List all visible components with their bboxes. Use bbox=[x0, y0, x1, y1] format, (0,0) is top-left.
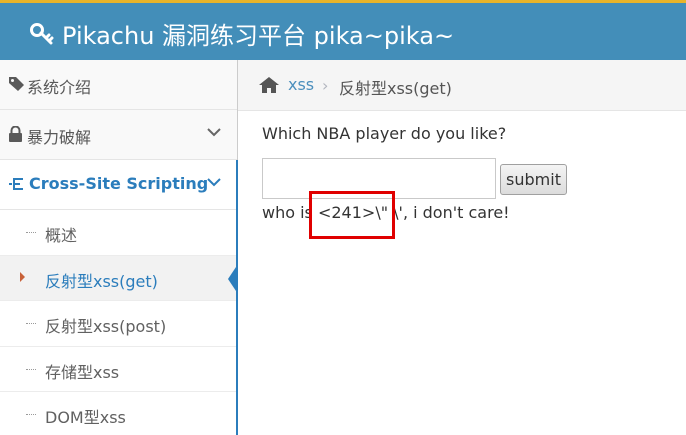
sidebar-item-bruteforce[interactable]: 暴力破解 bbox=[0, 110, 237, 160]
breadcrumb: xss › 反射型xss(get) bbox=[238, 60, 686, 111]
sidebar: 系统介绍 暴力破解 Cross-Site Scripting 概述 反射型xss… bbox=[0, 60, 238, 435]
submenu-item-label: 反射型xss(post) bbox=[45, 317, 167, 336]
main-content: Which NBA player do you like? submit who… bbox=[238, 111, 686, 435]
sidebar-item-intro[interactable]: 系统介绍 bbox=[0, 60, 237, 110]
question-label: Which NBA player do you like? bbox=[262, 124, 507, 143]
tags-icon bbox=[9, 77, 24, 91]
xss-submenu: 概述 反射型xss(get) 反射型xss(post) 存储型xss DOM型x… bbox=[0, 210, 238, 435]
annotation-highlight-box bbox=[309, 191, 395, 239]
chevron-down-icon bbox=[207, 178, 221, 187]
chevron-down-icon bbox=[207, 128, 221, 137]
key-icon bbox=[30, 22, 54, 44]
submenu-item-stored[interactable]: 存储型xss bbox=[0, 347, 237, 392]
breadcrumb-separator: › bbox=[322, 76, 329, 95]
lock-icon bbox=[9, 126, 22, 142]
submenu-item-label: 反射型xss(get) bbox=[45, 271, 158, 291]
submenu-item-label: 存储型xss bbox=[45, 362, 120, 382]
brand-title: Pikachu 漏洞练习平台 pika~pika~ bbox=[62, 22, 455, 50]
top-navbar: Pikachu 漏洞练习平台 pika~pika~ bbox=[0, 0, 686, 60]
submenu-item-reflected-post[interactable]: 反射型xss(post) bbox=[0, 301, 237, 347]
submenu-item-label: DOM型xss bbox=[45, 408, 126, 427]
submenu-item-reflected-get[interactable]: 反射型xss(get) bbox=[0, 255, 238, 301]
tree-connector bbox=[26, 232, 36, 233]
sidebar-item-label: 系统介绍 bbox=[27, 78, 92, 97]
submenu-item-label: 概述 bbox=[45, 226, 78, 245]
breadcrumb-current: 反射型xss(get) bbox=[339, 79, 452, 98]
sidebar-item-label: Cross-Site Scripting bbox=[29, 174, 209, 193]
home-icon[interactable] bbox=[258, 76, 280, 94]
caret-right-icon bbox=[20, 271, 25, 282]
list-icon bbox=[9, 178, 23, 190]
breadcrumb-link-xss[interactable]: xss bbox=[288, 75, 314, 94]
submenu-item-dom[interactable]: DOM型xss bbox=[0, 392, 237, 435]
sidebar-item-xss[interactable]: Cross-Site Scripting bbox=[0, 160, 237, 210]
submit-button[interactable]: submit bbox=[500, 164, 567, 195]
tree-connector bbox=[26, 368, 36, 370]
tree-connector bbox=[26, 414, 36, 415]
submenu-item-overview[interactable]: 概述 bbox=[0, 210, 237, 256]
sidebar-item-label: 暴力破解 bbox=[27, 128, 92, 147]
tree-connector bbox=[26, 323, 36, 324]
brand-link[interactable]: Pikachu 漏洞练习平台 pika~pika~ bbox=[30, 16, 454, 51]
